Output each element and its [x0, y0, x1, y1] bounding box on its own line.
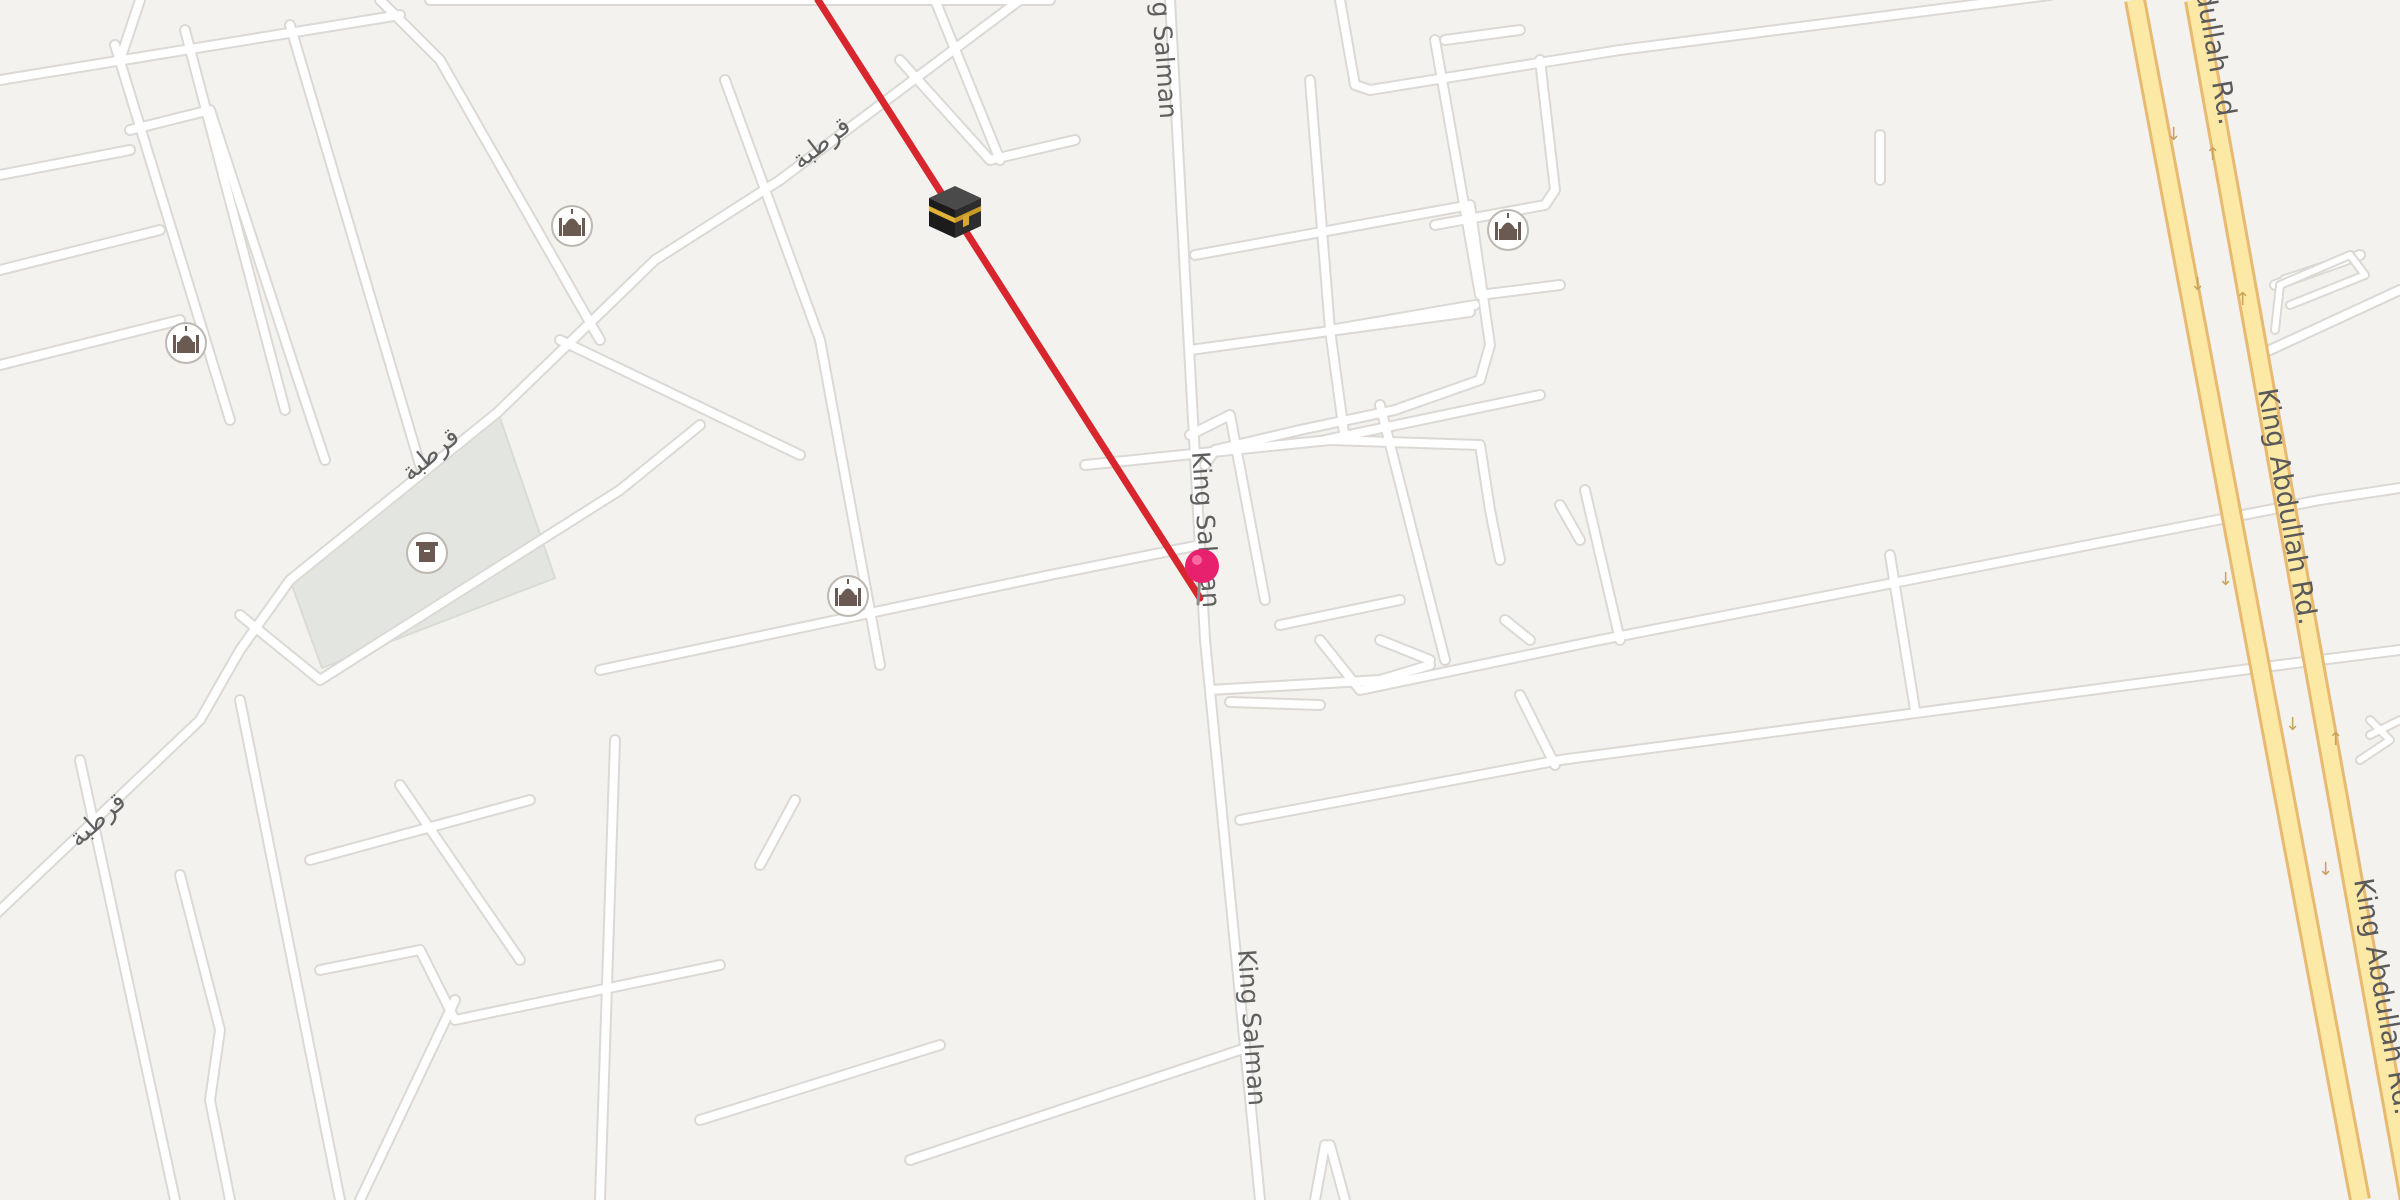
mosque-marker[interactable]	[827, 575, 869, 617]
cemetery-marker[interactable]	[406, 532, 448, 574]
map-canvas[interactable]: ↓ ↓ ↓ ↓ ↓ ↑ ↑ ↑ g Salman King Salman Kin…	[0, 0, 2400, 1200]
mosque-marker[interactable]	[165, 322, 207, 364]
svg-text:↓: ↓	[2166, 124, 2181, 145]
svg-text:↓: ↓	[2318, 859, 2333, 880]
svg-text:↑: ↑	[2205, 144, 2220, 165]
svg-text:↑: ↑	[2235, 289, 2250, 310]
mosque-marker[interactable]	[1487, 209, 1529, 251]
svg-text:↑: ↑	[2328, 729, 2343, 750]
mosque-marker[interactable]	[551, 205, 593, 247]
svg-text:↓: ↓	[2190, 274, 2205, 295]
svg-text:↓: ↓	[2218, 569, 2233, 590]
cemetery-icon	[416, 542, 438, 562]
svg-text:↓: ↓	[2285, 714, 2300, 735]
